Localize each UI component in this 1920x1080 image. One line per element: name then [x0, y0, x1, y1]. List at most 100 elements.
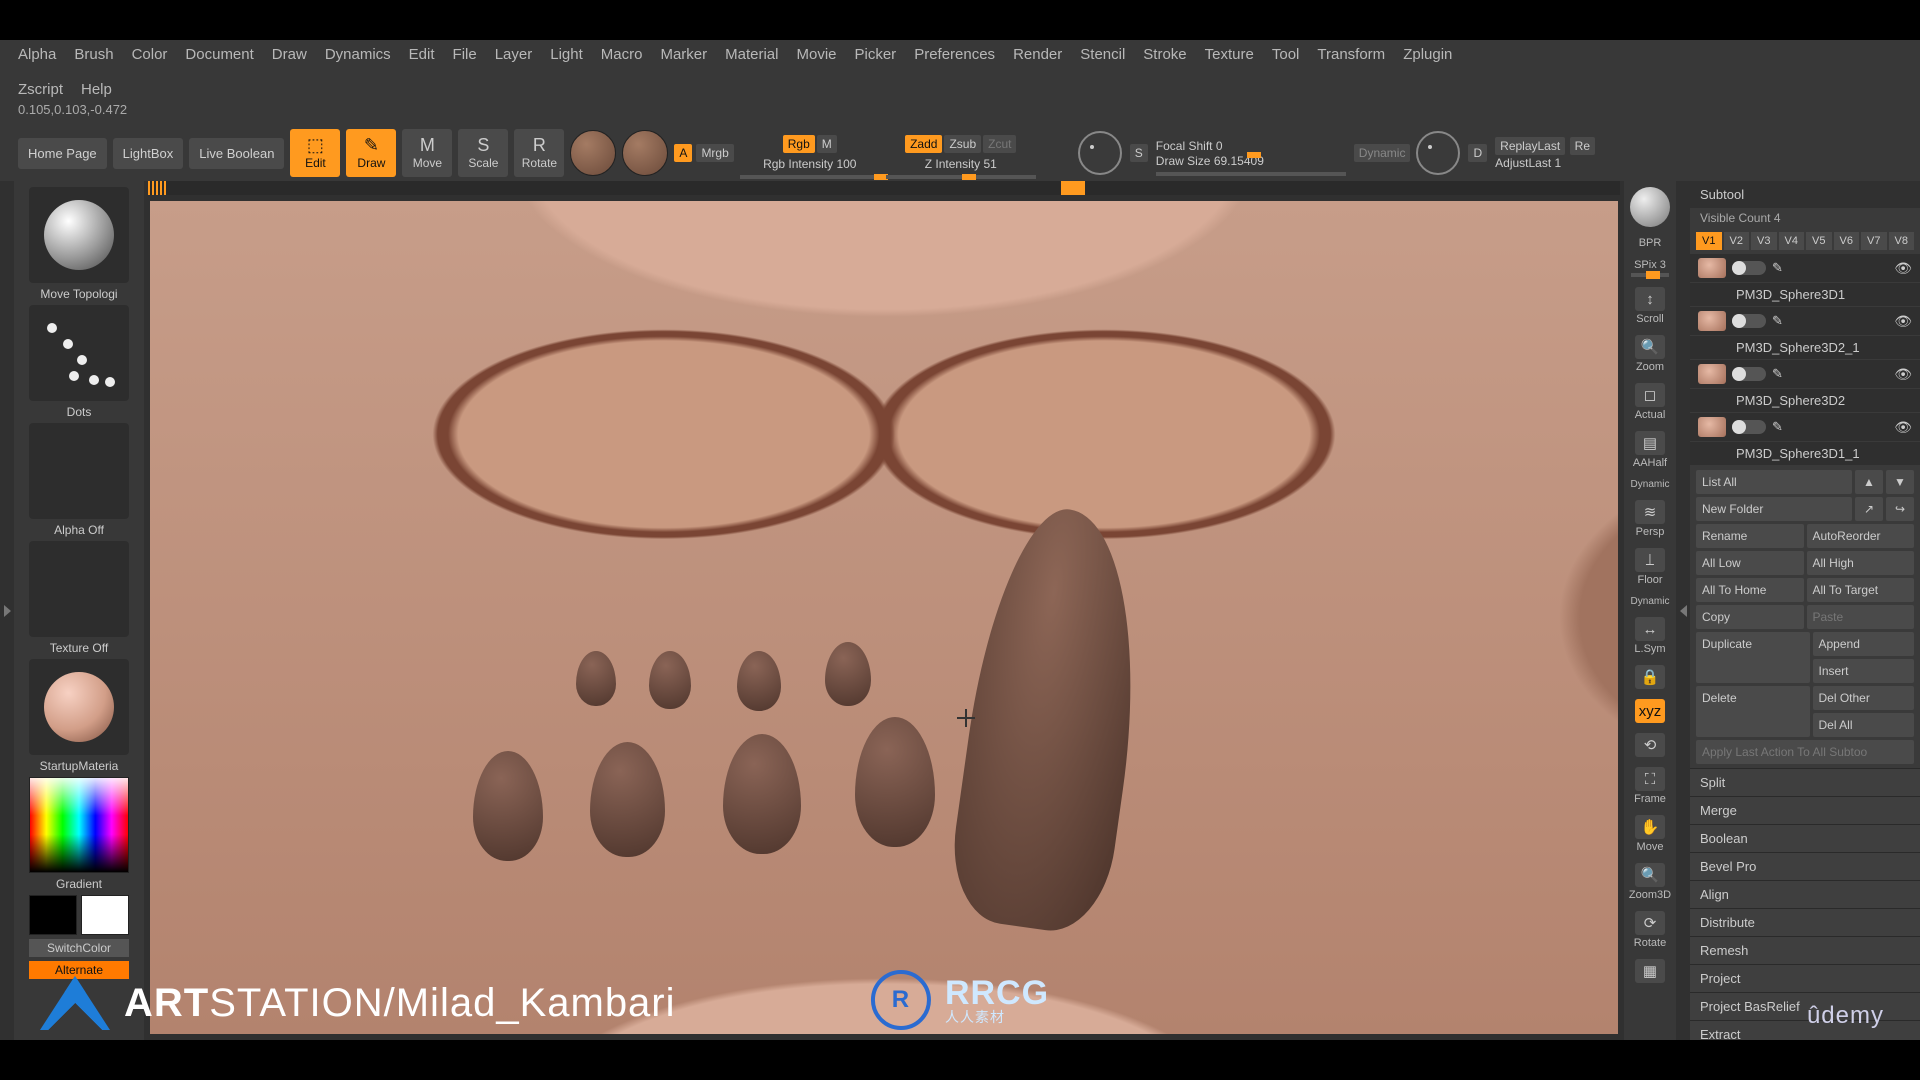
- primary-color-swatch[interactable]: [81, 895, 129, 935]
- stroke-slot[interactable]: [29, 305, 129, 401]
- accordion-extract[interactable]: Extract: [1690, 1020, 1920, 1040]
- vtab-v6[interactable]: V6: [1834, 232, 1860, 250]
- subtool-item[interactable]: ✎ 👁: [1690, 360, 1920, 389]
- move-down-button[interactable]: ▼: [1886, 470, 1914, 494]
- live-boolean-button[interactable]: Live Boolean: [189, 138, 284, 169]
- scale-mode-button[interactable]: S Scale: [458, 129, 508, 177]
- vtab-v4[interactable]: V4: [1779, 232, 1805, 250]
- del-all-button[interactable]: Del All: [1813, 713, 1915, 737]
- accordion-split[interactable]: Split: [1690, 768, 1920, 796]
- menu-render[interactable]: Render: [1013, 46, 1062, 63]
- accordion-bevel-pro[interactable]: Bevel Pro: [1690, 852, 1920, 880]
- secondary-color-swatch[interactable]: [29, 895, 77, 935]
- focal-shift-handle[interactable]: [1247, 152, 1261, 158]
- menu-brush[interactable]: Brush: [74, 46, 113, 63]
- accordion-distribute[interactable]: Distribute: [1690, 908, 1920, 936]
- color-picker[interactable]: [29, 777, 129, 873]
- texture-slot[interactable]: [29, 541, 129, 637]
- grid-fill-button[interactable]: ▦: [1629, 959, 1671, 983]
- zoom-button[interactable]: 🔍Zoom: [1629, 335, 1671, 373]
- menu-document[interactable]: Document: [185, 46, 253, 63]
- menu-tool[interactable]: Tool: [1272, 46, 1300, 63]
- pencil-icon[interactable]: ✎: [1772, 313, 1783, 329]
- material-slot[interactable]: [29, 659, 129, 755]
- menu-layer[interactable]: Layer: [495, 46, 533, 63]
- zintensity-handle[interactable]: [962, 174, 976, 180]
- gizmo3d-button[interactable]: [570, 130, 616, 176]
- all-low-button[interactable]: All Low: [1696, 551, 1804, 575]
- home-page-button[interactable]: Home Page: [18, 138, 107, 169]
- menu-transform[interactable]: Transform: [1317, 46, 1385, 63]
- sculptris-button[interactable]: [622, 130, 668, 176]
- actual-button[interactable]: ◻Actual: [1629, 383, 1671, 421]
- accordion-boolean[interactable]: Boolean: [1690, 824, 1920, 852]
- move-view-button[interactable]: ✋Move: [1629, 815, 1671, 853]
- rgb-toggle[interactable]: Rgb: [783, 135, 815, 153]
- menu-preferences[interactable]: Preferences: [914, 46, 995, 63]
- accordion-project-basrelief[interactable]: Project BasRelief: [1690, 992, 1920, 1020]
- folder-misc-button[interactable]: ↪: [1886, 497, 1914, 521]
- rename-button[interactable]: Rename: [1696, 524, 1804, 548]
- subtool-item[interactable]: PM3D_Sphere3D1_1: [1690, 442, 1920, 466]
- eye-icon[interactable]: 👁: [1894, 313, 1912, 330]
- eye-icon[interactable]: 👁: [1894, 419, 1912, 436]
- menu-dynamics[interactable]: Dynamics: [325, 46, 391, 63]
- mrgb-toggle[interactable]: Mrgb: [696, 144, 733, 162]
- zoom3d-button[interactable]: 🔍Zoom3D: [1629, 863, 1671, 901]
- accordion-project[interactable]: Project: [1690, 964, 1920, 992]
- pencil-icon[interactable]: ✎: [1772, 419, 1783, 435]
- viewport-canvas[interactable]: [150, 201, 1618, 1034]
- new-folder-button[interactable]: New Folder: [1696, 497, 1852, 521]
- vtab-v8[interactable]: V8: [1889, 232, 1915, 250]
- vtab-v5[interactable]: V5: [1806, 232, 1832, 250]
- subtool-toggle[interactable]: [1732, 314, 1766, 328]
- delete-button[interactable]: Delete: [1696, 686, 1810, 737]
- menu-draw[interactable]: Draw: [272, 46, 307, 63]
- menu-texture[interactable]: Texture: [1205, 46, 1254, 63]
- polyframe-button[interactable]: 🔒: [1629, 665, 1671, 689]
- panel-title[interactable]: Subtool: [1690, 181, 1920, 208]
- vtab-v1[interactable]: V1: [1696, 232, 1722, 250]
- duplicate-button[interactable]: Duplicate: [1696, 632, 1810, 683]
- autoreorder-button[interactable]: AutoReorder: [1807, 524, 1915, 548]
- replay-last-button[interactable]: ReplayLast: [1495, 137, 1565, 155]
- list-all-button[interactable]: List All: [1696, 470, 1852, 494]
- subtool-item[interactable]: ✎ 👁: [1690, 307, 1920, 336]
- eye-icon[interactable]: 👁: [1894, 260, 1912, 277]
- vtab-v3[interactable]: V3: [1751, 232, 1777, 250]
- draw-mode-button[interactable]: ✎ Draw: [346, 129, 396, 177]
- adjust-knob[interactable]: [1416, 131, 1460, 175]
- spix-slider[interactable]: SPix 3: [1629, 259, 1671, 277]
- subtool-toggle[interactable]: [1732, 420, 1766, 434]
- eye-icon[interactable]: 👁: [1894, 366, 1912, 383]
- pencil-icon[interactable]: ✎: [1772, 366, 1783, 382]
- subtool-item[interactable]: PM3D_Sphere3D2: [1690, 389, 1920, 413]
- copy-button[interactable]: Copy: [1696, 605, 1804, 629]
- aahalf-button[interactable]: ▤AAHalf: [1629, 431, 1671, 469]
- menu-color[interactable]: Color: [132, 46, 168, 63]
- all-to-home-button[interactable]: All To Home: [1696, 578, 1804, 602]
- zcut-toggle[interactable]: Zcut: [983, 135, 1016, 153]
- folder-up-button[interactable]: ↗: [1855, 497, 1883, 521]
- zadd-toggle[interactable]: Zadd: [905, 135, 942, 153]
- subtool-item[interactable]: ✎ 👁: [1690, 413, 1920, 442]
- floor-button[interactable]: ⟘Floor: [1629, 548, 1671, 586]
- zsub-toggle[interactable]: Zsub: [944, 135, 981, 153]
- solo-button[interactable]: ⟲: [1629, 733, 1671, 757]
- matcap-preview[interactable]: [1630, 187, 1670, 227]
- accordion-align[interactable]: Align: [1690, 880, 1920, 908]
- menu-movie[interactable]: Movie: [796, 46, 836, 63]
- insert-button[interactable]: Insert: [1813, 659, 1915, 683]
- dynamic-toggle[interactable]: Dynamic: [1354, 144, 1411, 162]
- menu-alpha[interactable]: Alpha: [18, 46, 56, 63]
- xyz-button[interactable]: xyz: [1629, 699, 1671, 723]
- subtool-toggle[interactable]: [1732, 261, 1766, 275]
- zintensity-slider[interactable]: [886, 175, 1036, 179]
- frame-button[interactable]: ⛶Frame: [1629, 767, 1671, 805]
- pencil-icon[interactable]: ✎: [1772, 260, 1783, 276]
- brush-slot[interactable]: [29, 187, 129, 283]
- apply-last-action-button[interactable]: Apply Last Action To All Subtoo: [1696, 740, 1914, 764]
- move-mode-button[interactable]: M Move: [402, 129, 452, 177]
- alpha-slot[interactable]: [29, 423, 129, 519]
- switch-color-button[interactable]: SwitchColor: [29, 939, 129, 957]
